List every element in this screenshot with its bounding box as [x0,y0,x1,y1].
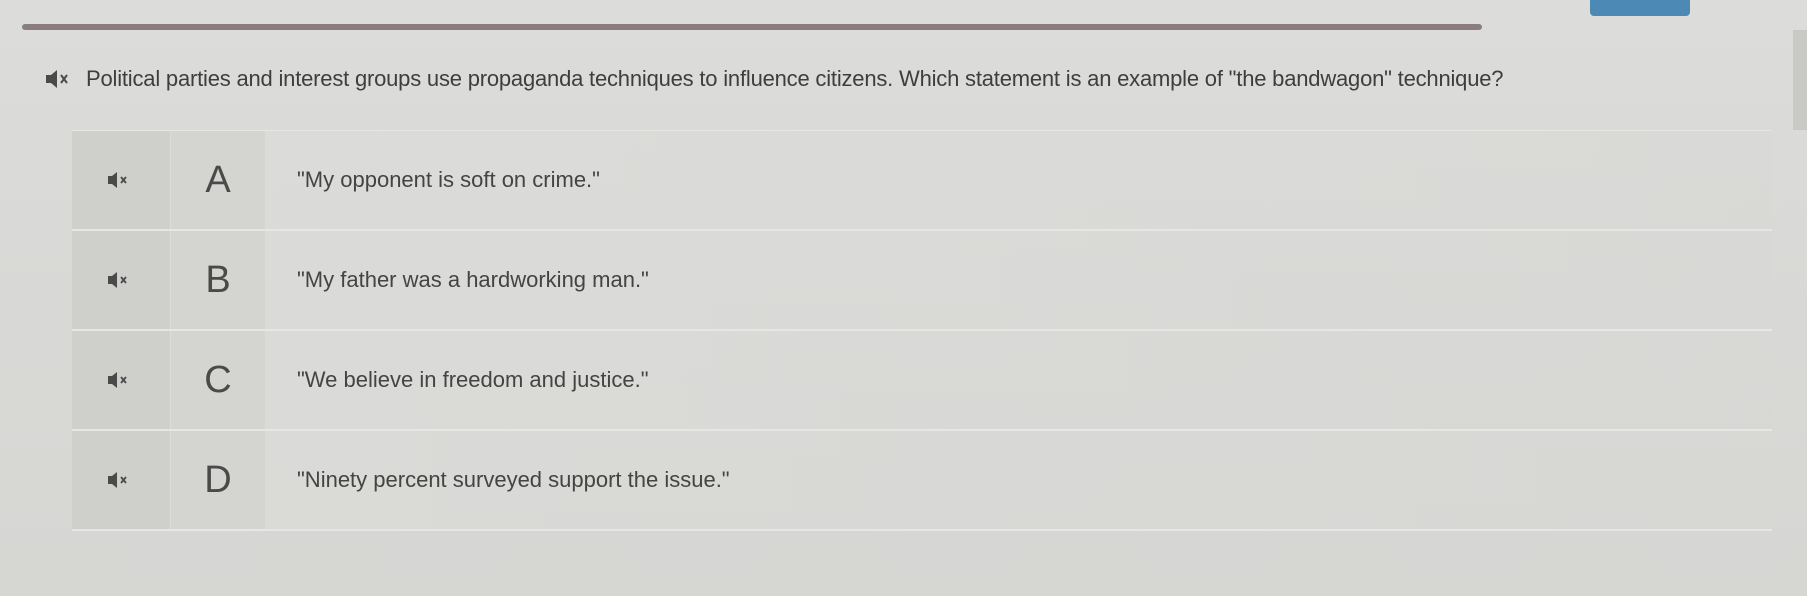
speaker-icon[interactable] [106,469,136,491]
option-text[interactable]: "Ninety percent surveyed support the iss… [265,431,1772,529]
option-audio-button[interactable] [72,431,171,529]
top-accent-tab[interactable] [1590,0,1690,16]
answer-options: A "My opponent is soft on crime." B "My … [72,130,1772,531]
question-text: Political parties and interest groups us… [86,66,1504,91]
option-d[interactable]: D "Ninety percent surveyed support the i… [72,431,1772,531]
option-audio-button[interactable] [72,231,171,329]
speaker-icon[interactable] [106,369,136,391]
progress-bar [22,24,1482,30]
speaker-icon[interactable] [106,269,136,291]
option-text[interactable]: "We believe in freedom and justice." [265,331,1772,429]
option-audio-button[interactable] [72,131,171,229]
option-audio-button[interactable] [72,331,171,429]
question-row: Political parties and interest groups us… [44,66,1504,92]
option-a[interactable]: A "My opponent is soft on crime." [72,130,1772,231]
option-c[interactable]: C "We believe in freedom and justice." [72,331,1772,431]
option-letter: C [171,331,265,429]
right-edge-panel [1793,30,1807,130]
speaker-icon[interactable] [44,68,74,90]
option-letter: A [171,131,265,229]
speaker-icon[interactable] [106,169,136,191]
option-b[interactable]: B "My father was a hardworking man." [72,231,1772,331]
option-letter: D [171,431,265,529]
option-letter: B [171,231,265,329]
option-text[interactable]: "My father was a hardworking man." [265,231,1772,329]
option-text[interactable]: "My opponent is soft on crime." [265,131,1772,229]
